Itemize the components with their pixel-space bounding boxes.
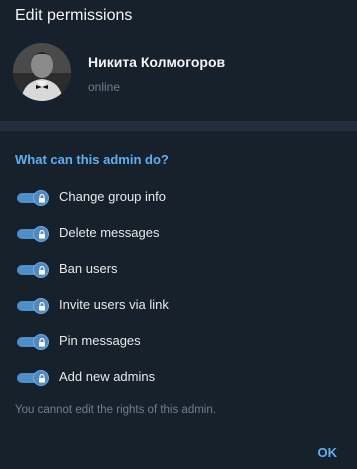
lock-icon (39, 230, 45, 239)
toggle-switch[interactable] (17, 334, 49, 350)
right-ban-users[interactable]: Ban users (0, 254, 357, 290)
right-invite-users-via-link[interactable]: Invite users via link (0, 290, 357, 326)
lock-icon (39, 266, 45, 275)
toggle-knob (33, 190, 49, 206)
edit-permissions-dialog: Edit permissions Никита Колмогоров onlin… (0, 0, 357, 469)
rights-list: Change group info Delete messages Ban us… (0, 182, 357, 398)
right-pin-messages[interactable]: Pin messages (0, 326, 357, 362)
user-photo-icon (13, 43, 71, 101)
right-label: Delete messages (59, 225, 160, 240)
right-delete-messages[interactable]: Delete messages (0, 218, 357, 254)
right-label: Pin messages (59, 333, 141, 348)
user-info: Никита Колмогоров online (0, 40, 357, 120)
right-label: Ban users (59, 261, 118, 276)
right-add-new-admins[interactable]: Add new admins (0, 362, 357, 398)
ok-button[interactable]: OK (318, 445, 338, 460)
lock-icon (39, 302, 45, 311)
right-change-group-info[interactable]: Change group info (0, 182, 357, 218)
toggle-switch[interactable] (17, 370, 49, 386)
toggle-switch[interactable] (17, 262, 49, 278)
toggle-knob (33, 334, 49, 350)
avatar (13, 43, 71, 101)
user-name: Никита Колмогоров (88, 54, 226, 70)
section-divider (0, 121, 357, 131)
toggle-switch[interactable] (17, 226, 49, 242)
rights-section-header: What can this admin do? (15, 152, 169, 167)
rights-note: You cannot edit the rights of this admin… (15, 404, 216, 416)
lock-icon (39, 194, 45, 203)
toggle-knob (33, 298, 49, 314)
right-label: Add new admins (59, 369, 156, 384)
lock-icon (39, 374, 45, 383)
toggle-knob (33, 226, 49, 242)
user-status: online (88, 80, 121, 94)
toggle-knob (33, 262, 49, 278)
toggle-knob (33, 370, 49, 386)
toggle-switch[interactable] (17, 190, 49, 206)
toggle-switch[interactable] (17, 298, 49, 314)
lock-icon (39, 338, 45, 347)
right-label: Change group info (59, 189, 166, 204)
right-label: Invite users via link (59, 297, 169, 312)
dialog-title: Edit permissions (15, 7, 133, 24)
